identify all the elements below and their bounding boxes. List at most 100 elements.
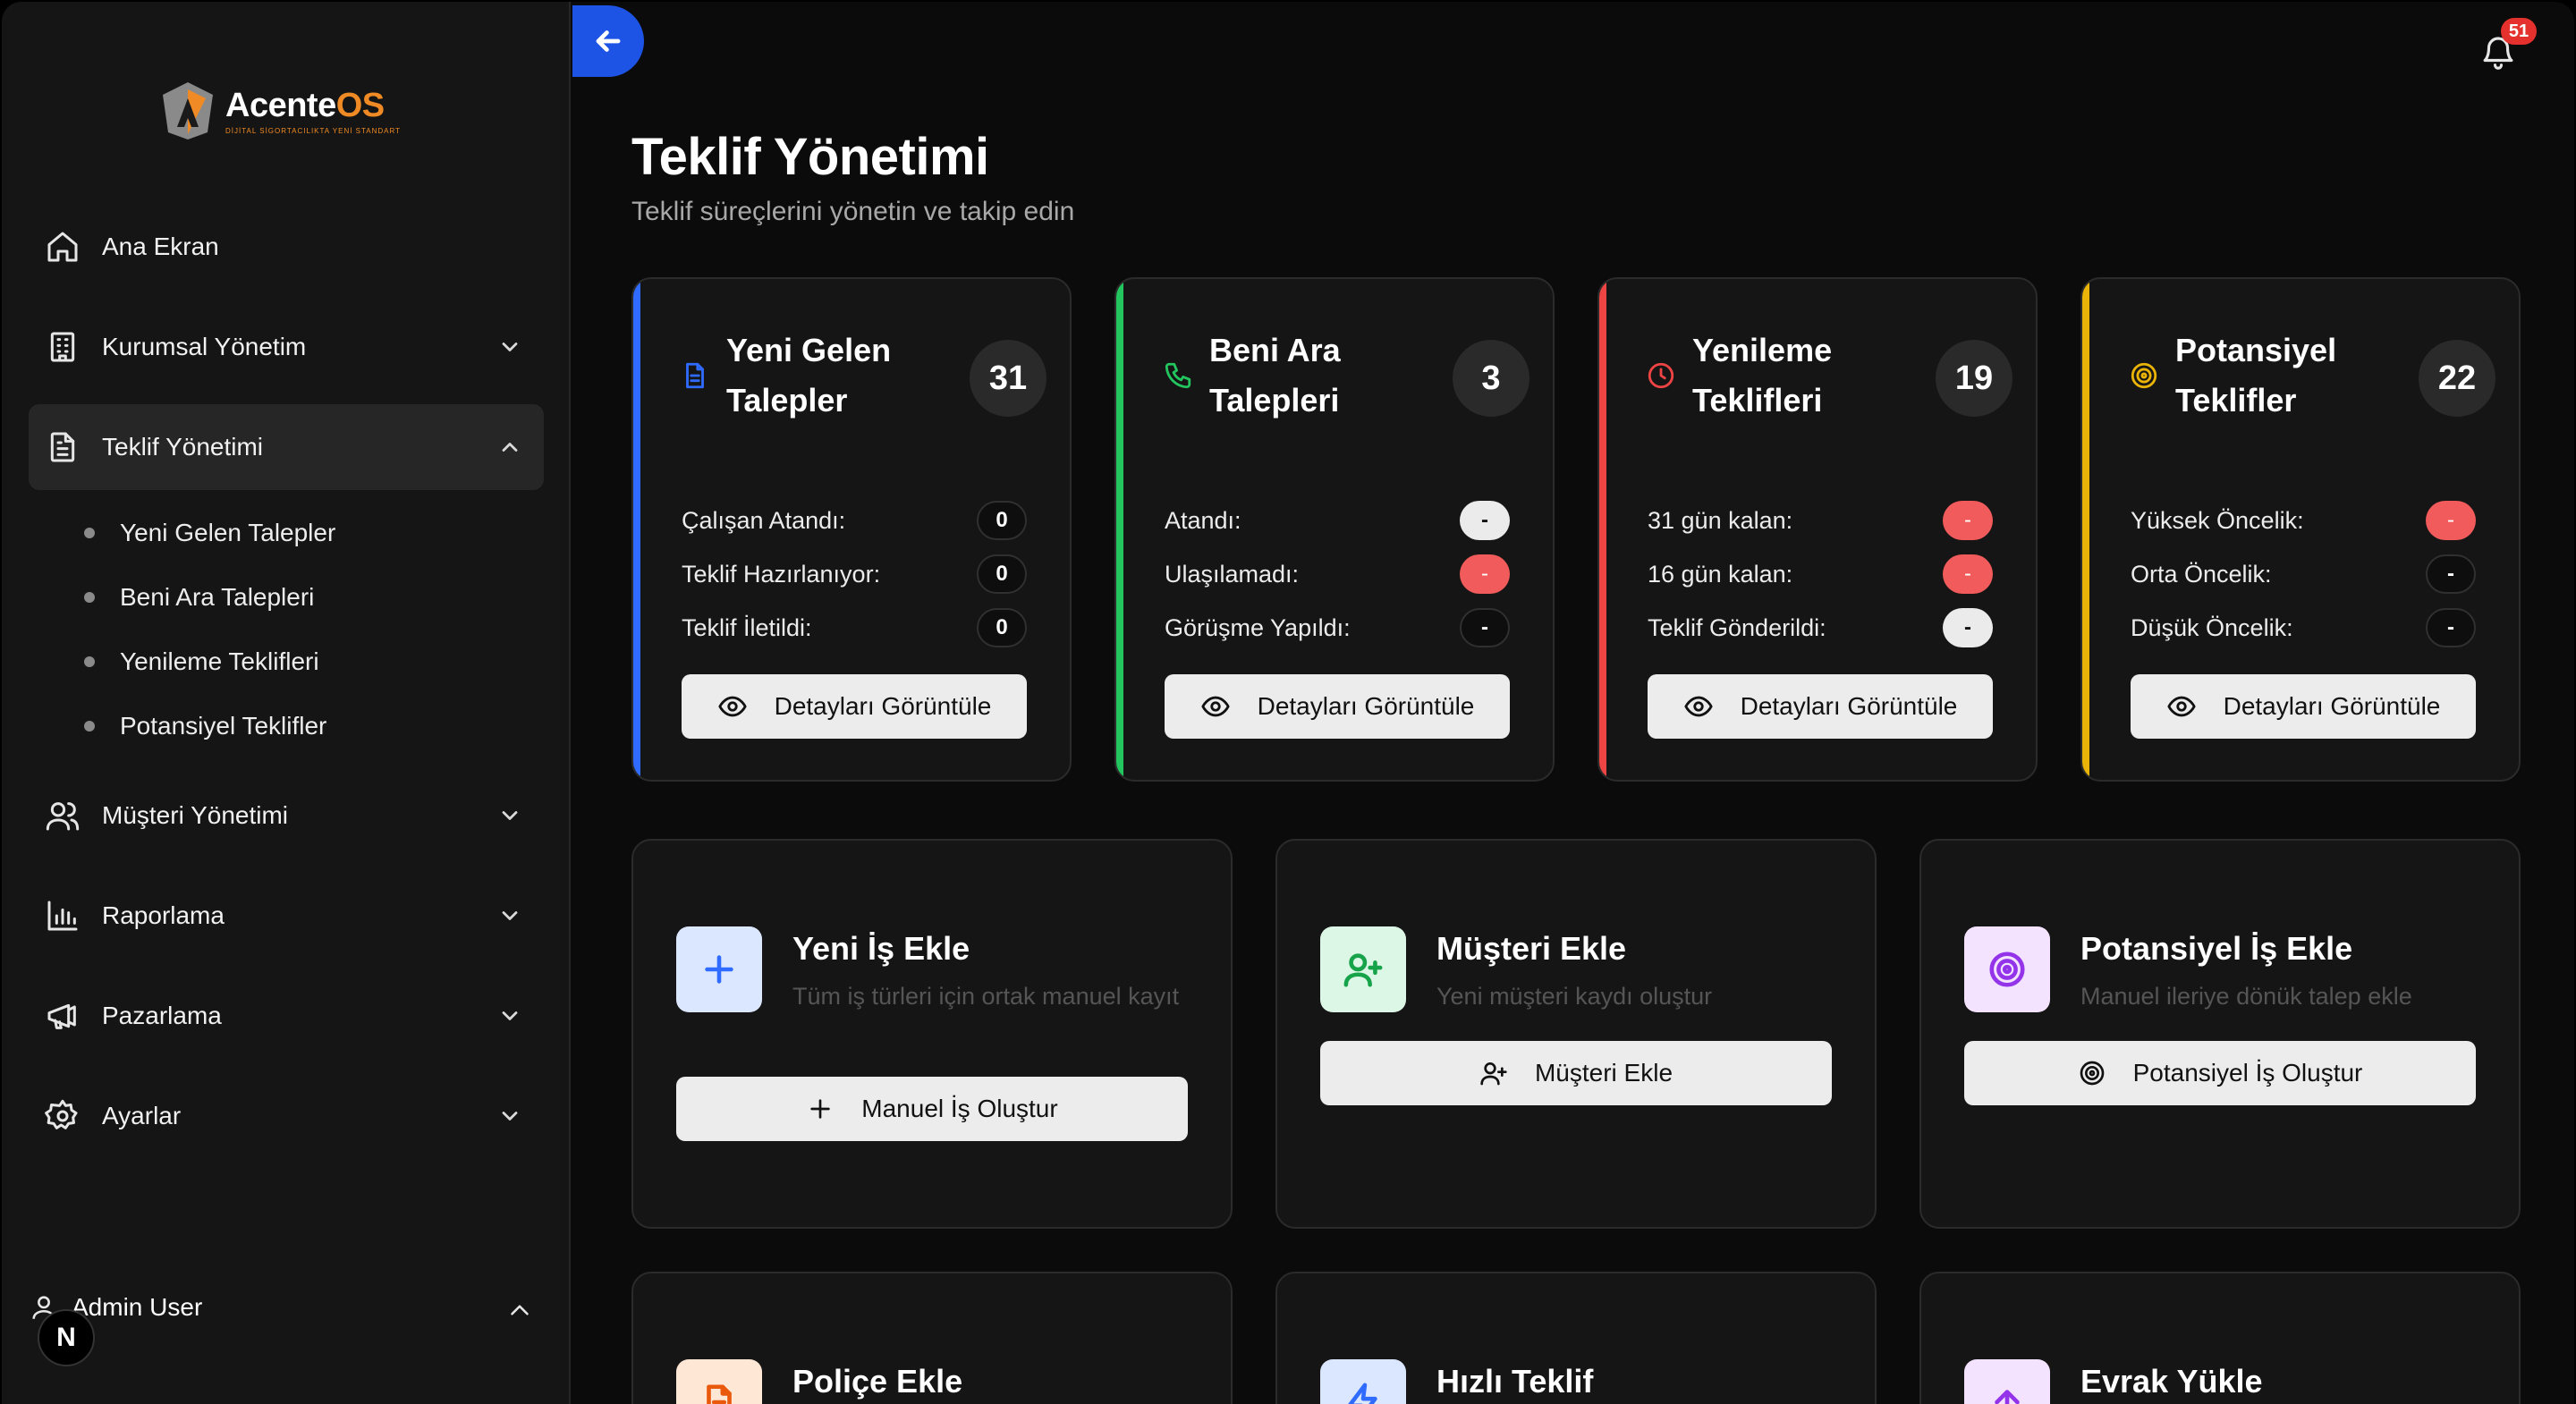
- action-title: Yeni İş Ekle: [792, 930, 970, 967]
- sidebar-item-label: Kurumsal Yönetim: [102, 333, 307, 360]
- sidebar-item-label: Teklif Yönetimi: [102, 433, 264, 461]
- bolt-icon: [1320, 1359, 1406, 1404]
- view-details-button[interactable]: Detayları Görüntüle: [1165, 674, 1510, 739]
- brand-logo[interactable]: AcenteOS DİJİTAL SİGORTACILIKTA YENİ STA…: [156, 75, 401, 147]
- chevron-down-icon[interactable]: [497, 1104, 522, 1129]
- target-icon: [1964, 926, 2050, 1012]
- status-badge: 0: [977, 608, 1027, 647]
- stat-count: 22: [2419, 340, 2496, 417]
- subnav-item-potansiyel[interactable]: Potansiyel Teklifler: [84, 694, 544, 758]
- sidebar-item-label: Pazarlama: [102, 1002, 222, 1029]
- action-card-hizli-teklif[interactable]: Hızlı Teklif: [1275, 1272, 1877, 1404]
- stat-title: Yeni Gelen Talepler: [726, 332, 892, 419]
- teklif-subnav: Yeni Gelen Talepler Beni Ara Talepleri Y…: [84, 501, 544, 758]
- add-customer-button[interactable]: Müşteri Ekle: [1320, 1041, 1832, 1105]
- bullet-icon: [84, 656, 95, 667]
- brand-name: AcenteOS: [225, 87, 385, 124]
- subnav-item-beni-ara[interactable]: Beni Ara Talepleri: [84, 565, 544, 630]
- stat-row: Düşük Öncelik: -: [2131, 601, 2476, 655]
- target-icon: [2080, 1061, 2104, 1086]
- stat-row: Görüşme Yapıldı: -: [1165, 601, 1510, 655]
- status-badge: -: [1460, 554, 1510, 594]
- stat-row: Orta Öncelik: -: [2131, 547, 2476, 601]
- action-title: Poliçe Ekle: [792, 1363, 963, 1400]
- bar-chart-icon: [45, 898, 80, 934]
- chevron-down-icon[interactable]: [497, 903, 522, 928]
- sidebar-item-kurumsal-yonetim[interactable]: Kurumsal Yönetim: [29, 304, 544, 390]
- page-subtitle: Teklif süreçlerini yönetin ve takip edin: [631, 197, 1075, 226]
- stat-title: Potansiyel Teklifler: [2175, 332, 2337, 419]
- view-details-button[interactable]: Detayları Görüntüle: [1648, 674, 1993, 739]
- chevron-up-icon[interactable]: [504, 1295, 530, 1320]
- sidebar: AcenteOS DİJİTAL SİGORTACILIKTA YENİ STA…: [2, 2, 571, 1404]
- stat-row: 16 gün kalan: -: [1648, 547, 1993, 601]
- action-card-potansiyel-is: Potansiyel İş Ekle Manuel ileriye dönük …: [1919, 839, 2521, 1229]
- sidebar-item-musteri-yonetimi[interactable]: Müşteri Yönetimi: [29, 773, 544, 858]
- stat-card-beni-ara: Beni Ara Talepleri 3 Atandı: - Ulaşılamad…: [1114, 277, 1555, 782]
- eye-icon: [1684, 696, 1713, 717]
- sidebar-item-ayarlar[interactable]: Ayarlar: [29, 1073, 544, 1159]
- chevron-up-icon[interactable]: [497, 435, 522, 460]
- stat-row: Teklif Gönderildi: -: [1648, 601, 1993, 655]
- app-window: AcenteOS DİJİTAL SİGORTACILIKTA YENİ STA…: [2, 2, 2574, 1404]
- action-title: Potansiyel İş Ekle: [2080, 930, 2353, 967]
- plus-icon: [810, 1099, 830, 1119]
- chevron-down-icon[interactable]: [497, 334, 522, 359]
- stat-count: 3: [1453, 340, 1530, 417]
- target-icon: [2129, 360, 2159, 391]
- users-icon: [45, 798, 80, 833]
- user-plus-icon: [1480, 1062, 1507, 1086]
- sidebar-item-label: Ayarlar: [102, 1102, 182, 1129]
- status-badge: -: [1943, 608, 1993, 647]
- acenteos-logo-icon: [163, 82, 213, 140]
- status-badge: -: [2426, 554, 2476, 594]
- bullet-icon: [84, 592, 95, 603]
- status-badge: -: [1460, 608, 1510, 647]
- chevron-down-icon[interactable]: [497, 803, 522, 828]
- building-icon: [45, 329, 80, 365]
- status-badge: -: [1943, 501, 1993, 540]
- sidebar-item-label: Müşteri Yönetimi: [102, 801, 289, 829]
- action-card-evrak-yukle[interactable]: Evrak Yükle: [1919, 1272, 2521, 1404]
- stat-card-potansiyel: Potansiyel Teklifler 22 Yüksek Öncelik: -…: [2080, 277, 2521, 782]
- subnav-item-yeni-gelen[interactable]: Yeni Gelen Talepler: [84, 501, 544, 565]
- sidebar-item-pazarlama[interactable]: Pazarlama: [29, 973, 544, 1059]
- stat-title: Beni Ara Talepleri: [1209, 332, 1341, 419]
- home-icon: [45, 229, 80, 265]
- eye-icon: [718, 696, 747, 717]
- status-badge: 0: [977, 501, 1027, 540]
- create-potential-job-button[interactable]: Potansiyel İş Oluştur: [1964, 1041, 2476, 1105]
- view-details-button[interactable]: Detayları Görüntüle: [2131, 674, 2476, 739]
- bullet-icon: [84, 721, 95, 732]
- stat-card-yeni-gelen: Yeni Gelen Talepler 31 Çalışan Atandı: 0 …: [631, 277, 1072, 782]
- status-badge: 0: [977, 554, 1027, 594]
- sidebar-nav: Ana Ekran Kurumsal Yönetim Teklif Yöneti…: [29, 204, 544, 1173]
- action-card-musteri-ekle: Müşteri Ekle Yeni müşteri kaydı oluştur …: [1275, 839, 1877, 1229]
- plus-icon: [676, 926, 762, 1012]
- action-title: Evrak Yükle: [2080, 1363, 2263, 1400]
- sidebar-item-raporlama[interactable]: Raporlama: [29, 873, 544, 959]
- subnav-item-yenileme[interactable]: Yenileme Teklifleri: [84, 630, 544, 694]
- view-details-button[interactable]: Detayları Görüntüle: [682, 674, 1027, 739]
- chevron-down-icon[interactable]: [497, 1003, 522, 1028]
- document-icon: [45, 429, 80, 465]
- eye-icon: [1201, 696, 1230, 717]
- stats-cards: Yeni Gelen Talepler 31 Çalışan Atandı: 0 …: [631, 277, 2521, 782]
- sidebar-item-ana-ekran[interactable]: Ana Ekran: [29, 204, 544, 290]
- sidebar-item-teklif-yonetimi[interactable]: Teklif Yönetimi: [29, 404, 544, 490]
- stat-count: 19: [1936, 340, 2012, 417]
- brand-tagline: DİJİTAL SİGORTACILIKTA YENİ STANDART: [225, 127, 402, 135]
- stat-row: Teklif İletildi: 0: [682, 601, 1027, 655]
- user-menu[interactable]: Admin User: [29, 1281, 544, 1334]
- stat-count: 31: [970, 340, 1046, 417]
- file-icon: [676, 1359, 762, 1404]
- status-badge: -: [2426, 501, 2476, 540]
- clock-icon: [1646, 360, 1676, 391]
- avatar[interactable]: N: [38, 1309, 95, 1366]
- stat-row: 31 gün kalan: -: [1648, 494, 1993, 547]
- stat-row: Yüksek Öncelik: -: [2131, 494, 2476, 547]
- phone-icon: [1163, 360, 1193, 391]
- action-card-police-ekle[interactable]: Poliçe Ekle: [631, 1272, 1233, 1404]
- status-badge: -: [1460, 501, 1510, 540]
- create-manual-job-button[interactable]: Manuel İş Oluştur: [676, 1077, 1188, 1141]
